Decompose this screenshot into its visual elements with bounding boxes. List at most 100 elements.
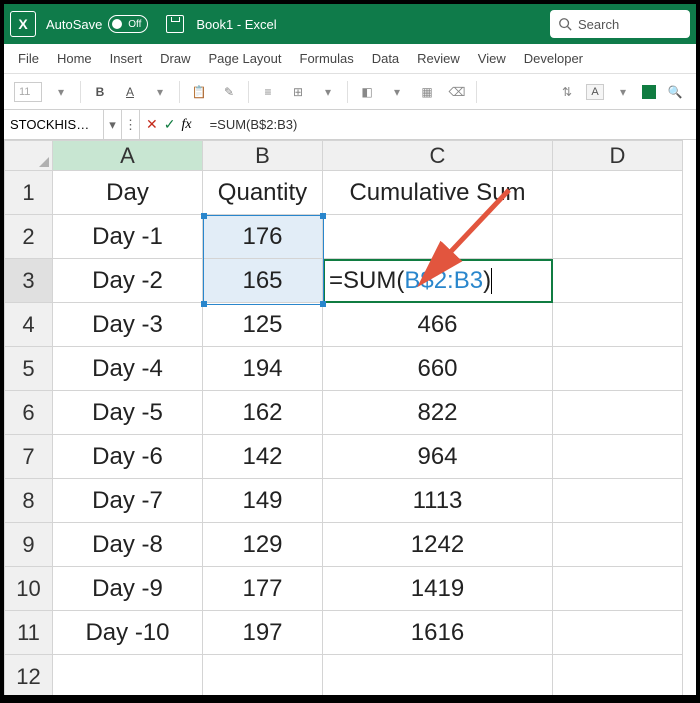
cell-d9[interactable] — [553, 523, 683, 567]
paste-button[interactable]: 📋 — [188, 81, 210, 103]
column-header-a[interactable]: A — [53, 141, 203, 171]
tab-review[interactable]: Review — [417, 51, 460, 66]
column-header-c[interactable]: C — [323, 141, 553, 171]
save-icon[interactable] — [166, 15, 184, 33]
formula-input[interactable]: =SUM(B$2:B3) — [202, 117, 696, 132]
row-header-11[interactable]: 11 — [5, 611, 53, 655]
tab-formulas[interactable]: Formulas — [300, 51, 354, 66]
cell-c9[interactable]: 1242 — [323, 523, 553, 567]
color-indicator[interactable] — [642, 85, 656, 99]
cell-b12[interactable] — [203, 655, 323, 696]
cell-styles-button[interactable]: A — [586, 84, 604, 100]
cell-a10[interactable]: Day -9 — [53, 567, 203, 611]
cell-b4[interactable]: 125 — [203, 303, 323, 347]
name-box[interactable]: STOCKHIS… — [4, 110, 104, 139]
cell-a1[interactable]: Day — [53, 171, 203, 215]
cell-a7[interactable]: Day -6 — [53, 435, 203, 479]
cell-a2[interactable]: Day -1 — [53, 215, 203, 259]
row-header-3[interactable]: 3 — [5, 259, 53, 303]
cell-b1[interactable]: Quantity — [203, 171, 323, 215]
cell-d5[interactable] — [553, 347, 683, 391]
row-header-10[interactable]: 10 — [5, 567, 53, 611]
tab-page-layout[interactable]: Page Layout — [209, 51, 282, 66]
cell-c6[interactable]: 822 — [323, 391, 553, 435]
cell-c10[interactable]: 1419 — [323, 567, 553, 611]
cell-c1[interactable]: Cumulative Sum — [323, 171, 553, 215]
cell-b9[interactable]: 129 — [203, 523, 323, 567]
cell-b3[interactable]: 165 — [203, 259, 323, 303]
cell-d7[interactable] — [553, 435, 683, 479]
row-header-12[interactable]: 12 — [5, 655, 53, 696]
tab-data[interactable]: Data — [372, 51, 399, 66]
search-input[interactable]: Search — [550, 10, 690, 38]
fill-color-button[interactable]: ◧ — [356, 81, 378, 103]
cell-d2[interactable] — [553, 215, 683, 259]
select-all-corner[interactable] — [5, 141, 53, 171]
cell-d1[interactable] — [553, 171, 683, 215]
cell-c11[interactable]: 1616 — [323, 611, 553, 655]
cell-c7[interactable]: 964 — [323, 435, 553, 479]
spreadsheet-grid[interactable]: A B C D 1 Day Quantity Cumulative Sum 2 … — [4, 140, 696, 695]
chevron-down-icon[interactable]: ▾ — [317, 81, 339, 103]
cell-d3[interactable] — [553, 259, 683, 303]
tab-file[interactable]: File — [18, 51, 39, 66]
find-button[interactable]: 🔍 — [664, 81, 686, 103]
cell-c5[interactable]: 660 — [323, 347, 553, 391]
cell-a3[interactable]: Day -2 — [53, 259, 203, 303]
cell-b6[interactable]: 162 — [203, 391, 323, 435]
cell-a4[interactable]: Day -3 — [53, 303, 203, 347]
cell-d8[interactable] — [553, 479, 683, 523]
cell-d12[interactable] — [553, 655, 683, 696]
cell-b10[interactable]: 177 — [203, 567, 323, 611]
cancel-icon[interactable]: ✕ — [146, 116, 158, 133]
cell-b7[interactable]: 142 — [203, 435, 323, 479]
cell-a6[interactable]: Day -5 — [53, 391, 203, 435]
tab-insert[interactable]: Insert — [110, 51, 143, 66]
tab-home[interactable]: Home — [57, 51, 92, 66]
cell-c8[interactable]: 1113 — [323, 479, 553, 523]
cell-b11[interactable]: 197 — [203, 611, 323, 655]
row-header-9[interactable]: 9 — [5, 523, 53, 567]
clear-button[interactable]: ⌫ — [446, 81, 468, 103]
column-header-d[interactable]: D — [553, 141, 683, 171]
font-size-input[interactable]: 11 — [14, 82, 42, 102]
tab-draw[interactable]: Draw — [160, 51, 190, 66]
sort-filter-button[interactable]: ⇅ — [556, 81, 578, 103]
borders-button[interactable]: ▦ — [416, 81, 438, 103]
cell-d4[interactable] — [553, 303, 683, 347]
tab-developer[interactable]: Developer — [524, 51, 583, 66]
row-header-6[interactable]: 6 — [5, 391, 53, 435]
chevron-down-icon[interactable]: ▾ — [386, 81, 408, 103]
font-color-button[interactable]: A — [119, 81, 141, 103]
cell-c2[interactable] — [323, 215, 553, 259]
row-header-8[interactable]: 8 — [5, 479, 53, 523]
fx-icon[interactable]: fx — [181, 117, 191, 133]
align-left-button[interactable]: ≡ — [257, 81, 279, 103]
cell-c3-editing[interactable]: =SUM(B$2:B3) — [323, 259, 553, 303]
cell-d11[interactable] — [553, 611, 683, 655]
row-header-4[interactable]: 4 — [5, 303, 53, 347]
bold-button[interactable]: B — [89, 81, 111, 103]
cell-a11[interactable]: Day -10 — [53, 611, 203, 655]
name-box-dropdown[interactable]: ▾ — [104, 110, 122, 139]
enter-icon[interactable]: ✓ — [164, 116, 176, 133]
cell-a9[interactable]: Day -8 — [53, 523, 203, 567]
row-header-2[interactable]: 2 — [5, 215, 53, 259]
autosave-toggle[interactable]: AutoSave Off — [46, 15, 148, 33]
row-header-1[interactable]: 1 — [5, 171, 53, 215]
column-header-b[interactable]: B — [203, 141, 323, 171]
cell-d6[interactable] — [553, 391, 683, 435]
cell-b5[interactable]: 194 — [203, 347, 323, 391]
cell-b8[interactable]: 149 — [203, 479, 323, 523]
cell-d10[interactable] — [553, 567, 683, 611]
tab-view[interactable]: View — [478, 51, 506, 66]
cell-b2[interactable]: 176 — [203, 215, 323, 259]
cell-c4[interactable]: 466 — [323, 303, 553, 347]
cell-a8[interactable]: Day -7 — [53, 479, 203, 523]
cell-a5[interactable]: Day -4 — [53, 347, 203, 391]
name-box-more[interactable]: ⋮ — [122, 110, 140, 139]
merge-button[interactable]: ⊞ — [287, 81, 309, 103]
chevron-down-icon[interactable]: ▾ — [612, 81, 634, 103]
format-painter-button[interactable]: ✎ — [218, 81, 240, 103]
chevron-down-icon[interactable]: ▾ — [50, 81, 72, 103]
